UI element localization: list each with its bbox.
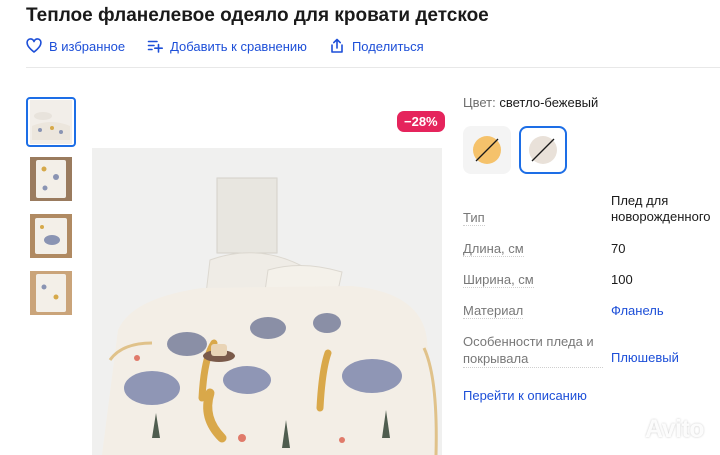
avito-watermark: Avito <box>612 414 705 444</box>
main-product-image[interactable] <box>92 148 442 455</box>
product-options: Цвет: светло-бежевый <box>463 95 720 174</box>
color-swatch-light-beige[interactable] <box>519 126 567 174</box>
blanket-photo-thumbnail <box>30 157 72 201</box>
thumbnail-1[interactable] <box>26 97 76 147</box>
spec-key-material: Материал <box>463 303 524 319</box>
avito-watermark-text: Avito <box>645 414 705 443</box>
spec-key-type: Тип <box>463 210 485 226</box>
blanket-detail-thumbnail <box>30 214 72 258</box>
color-swatch-orange-icon <box>473 136 501 164</box>
color-value: светло-бежевый <box>499 95 599 110</box>
color-heading: Цвет: светло-бежевый <box>463 95 720 110</box>
share-button[interactable]: Поделиться <box>329 38 424 54</box>
go-to-description-link[interactable]: Перейти к описанию <box>463 388 587 403</box>
thumbnail-2[interactable] <box>26 154 76 204</box>
compare-button[interactable]: Добавить к сравнению <box>147 38 307 54</box>
favorite-button[interactable]: В избранное <box>26 38 125 54</box>
spec-key-width: Ширина, см <box>463 272 534 288</box>
bed-photo-thumbnail <box>30 100 72 144</box>
thumbnail-3[interactable] <box>26 211 76 261</box>
color-swatch-orange[interactable] <box>463 126 511 174</box>
spec-value-type: Плед для новорожденного <box>611 193 711 224</box>
share-label: Поделиться <box>351 38 424 54</box>
share-icon <box>331 38 343 53</box>
favorite-label: В избранное <box>49 38 126 54</box>
color-label: Цвет: <box>463 95 496 110</box>
color-swatch-beige-icon <box>529 136 557 164</box>
heart-icon <box>26 38 42 53</box>
spec-value-material-link[interactable]: Фланель <box>611 303 720 319</box>
action-bar: В избранное Добавить к сравнению Поделит… <box>26 38 424 54</box>
thumbnail-list <box>26 97 76 318</box>
compare-label: Добавить к сравнению <box>170 38 307 54</box>
page-title: Теплое фланелевое одеяло для кровати дет… <box>26 5 489 26</box>
spec-key-features: Особенности пледа и покрывала <box>463 333 603 368</box>
header-divider <box>26 67 720 68</box>
blanket-fold-thumbnail <box>30 271 72 315</box>
color-swatches <box>463 126 720 174</box>
blanket-bed-photo <box>92 148 442 455</box>
avito-logo-icon <box>612 417 639 443</box>
spec-value-features-link[interactable]: Плюшевый <box>611 350 720 366</box>
discount-badge: −28% <box>397 111 445 132</box>
thumbnail-4[interactable] <box>26 268 76 318</box>
spec-value-width: 100 <box>611 272 633 287</box>
spec-value-length: 70 <box>611 241 626 256</box>
spec-key-length: Длина, см <box>463 241 524 257</box>
compare-icon <box>147 40 164 53</box>
